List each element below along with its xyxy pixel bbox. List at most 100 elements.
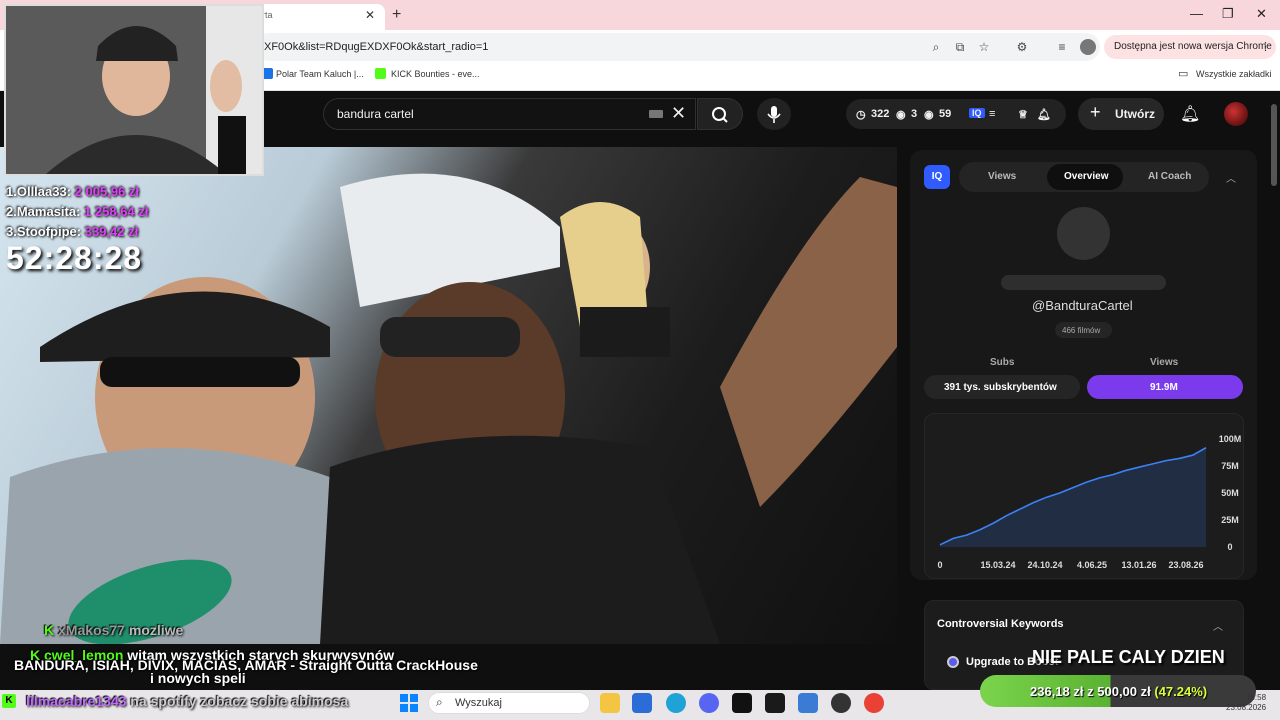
voice-search-button[interactable]	[757, 98, 791, 130]
subs-value: 391 tys. subskrybentów	[944, 382, 1057, 393]
app-a-icon[interactable]	[765, 693, 785, 713]
y-tick-label: 100M	[1219, 434, 1242, 444]
zoom-icon[interactable]: ⌕	[928, 39, 944, 55]
search-query: bandura cartel	[337, 107, 414, 121]
channel-handle: @BandturaCartel	[1032, 298, 1133, 313]
kick-badge-icon: K	[44, 622, 55, 638]
maximize-icon[interactable]: ❐	[1222, 6, 1234, 22]
update-chrome-label: Dostępna jest nowa wersja Chrome	[1114, 41, 1272, 52]
eye-icon: ◉	[896, 109, 906, 121]
x-tick-label: 0	[937, 560, 942, 570]
donor-3: 3.Stoofpipe: 339,42 zł	[6, 224, 138, 239]
taskbar-search-label: Wyszukaj	[455, 697, 502, 709]
bookmark-kick[interactable]: KICK Bounties - eve...	[391, 69, 480, 79]
list-icon[interactable]: ≡	[989, 108, 995, 120]
y-tick-label: 75M	[1221, 461, 1239, 471]
eye-icon-2: ◉	[924, 109, 934, 121]
scroll-thumb[interactable]	[1271, 104, 1277, 186]
donor-2: 2.Mamasita: 1 258,64 zł	[6, 204, 148, 219]
kick-favicon	[375, 68, 386, 79]
close-window-icon[interactable]: ✕	[1256, 6, 1267, 22]
explorer-icon[interactable]	[600, 693, 620, 713]
overlay-caption: NIE PALE CALY DZIEN	[1032, 647, 1225, 667]
all-bookmarks[interactable]: Wszystkie zakładki	[1196, 69, 1272, 79]
account-avatar[interactable]	[1224, 102, 1248, 126]
y-tick-label: 50M	[1221, 488, 1239, 498]
search-icon	[712, 107, 728, 123]
create-label: Utwórz	[1115, 107, 1155, 121]
views-chart: 0 25M 50M 75M 100M 0 15.03.24 24.10.24 4.06.25 13…	[937, 434, 1242, 570]
stream-timer: 52:28:28	[6, 240, 143, 276]
discord-icon[interactable]	[699, 693, 719, 713]
app-b-icon[interactable]	[798, 693, 818, 713]
install-icon[interactable]: ⧉	[952, 39, 968, 55]
video-scene	[0, 173, 897, 644]
tab-ai-coach[interactable]: AI Coach	[1148, 171, 1191, 182]
chat-user-3: lilmacabre1343	[26, 693, 127, 709]
donor-1-amount: 2 005,96 zł	[74, 184, 139, 199]
donor-1: 1.Olllaa33: 2 005,96 zł	[6, 184, 139, 199]
goal-percent: (47.24%)	[1154, 684, 1208, 699]
new-tab-icon[interactable]: +	[392, 6, 401, 24]
bookmark-star-icon[interactable]: ☆	[976, 39, 992, 55]
windows-start-icon[interactable]	[400, 694, 418, 712]
donor-1-name: Olllaa33:	[16, 184, 72, 199]
system-clock[interactable]: 16:58 23.08.2026	[1226, 693, 1266, 713]
video-player[interactable]	[0, 147, 897, 644]
collapse-chevron-icon[interactable]: ︿	[1226, 170, 1236, 185]
extensions-icon[interactable]: ⚙	[1014, 39, 1030, 55]
x-tick-label: 15.03.24	[980, 560, 1015, 570]
chat-text-2-cont: i nowych speli	[150, 670, 246, 686]
trophy-icon[interactable]: ♕	[1018, 108, 1028, 121]
kick-logo: K	[2, 694, 16, 708]
url-text[interactable]: XF0Ok&list=RDqugEXDXF0Ok&start_radio=1	[264, 41, 488, 53]
chrome-icon[interactable]	[864, 693, 884, 713]
y-tick-label: 0	[1227, 542, 1232, 552]
bell-small-icon[interactable]: 🔔︎	[1037, 108, 1051, 121]
chrome-menu-icon[interactable]: ⋮	[1260, 40, 1271, 53]
taskbar-search[interactable]	[428, 692, 590, 714]
bookmark-polar[interactable]: Polar Team Kaluch |...	[276, 69, 364, 79]
tiktok-icon[interactable]	[732, 693, 752, 713]
clock-time: 16:58	[1246, 693, 1267, 702]
tab-close-icon[interactable]: ✕	[365, 8, 375, 22]
webcam-overlay	[4, 4, 264, 176]
iq-ext-icon[interactable]: IQ	[969, 108, 985, 118]
notifications-icon[interactable]: 🔔︎	[1180, 104, 1200, 124]
chat-line-3: lilmacabre1343 na spotify zobacz sobie a…	[26, 693, 348, 709]
boost-icon	[947, 656, 959, 668]
goal-sep: z	[1087, 684, 1094, 699]
search-button[interactable]	[697, 98, 743, 130]
profile-avatar[interactable]	[1080, 39, 1096, 55]
store-icon[interactable]	[632, 693, 652, 713]
obs-icon[interactable]	[831, 693, 851, 713]
goal-target: 500,00 zł	[1097, 684, 1151, 699]
tab-views[interactable]: Views	[988, 171, 1016, 182]
donor-2-name: Mamasita:	[16, 204, 81, 219]
x-tick-label: 13.01.26	[1121, 560, 1156, 570]
channel-name-placeholder	[1001, 275, 1166, 290]
controversial-title: Controversial Keywords	[937, 618, 1064, 630]
donor-3-name: Stoofpipe:	[16, 224, 82, 239]
clock-icon: ◷	[856, 109, 866, 121]
webcam-scene	[6, 6, 262, 174]
controversial-chevron-icon[interactable]: ︿	[1213, 618, 1223, 633]
y-tick-label: 25M	[1221, 515, 1239, 525]
chat-user-1: xMakos77	[58, 622, 125, 638]
donor-2-amount: 1 258,64 zł	[84, 204, 149, 219]
minimize-icon[interactable]: —	[1190, 6, 1203, 21]
edge-icon[interactable]	[666, 693, 686, 713]
iq-logo: IQ	[924, 165, 950, 189]
media-icon[interactable]: ≡	[1054, 39, 1070, 55]
stat-history: 322	[871, 108, 890, 120]
donor-1-rank: 1.	[6, 184, 17, 199]
clear-search-icon[interactable]: ✕	[671, 103, 686, 124]
chat-text-1: mozliwe	[128, 622, 184, 638]
keyboard-icon[interactable]	[649, 110, 663, 118]
clock-date: 23.08.2026	[1226, 703, 1267, 712]
tab-overview[interactable]: Overview	[1064, 171, 1108, 182]
donor-3-amount: 339,42 zł	[84, 224, 139, 239]
donation-goal-text: 236,18 zł z 500,00 zł (47.24%)	[1030, 684, 1207, 699]
donor-2-rank: 2.	[6, 204, 17, 219]
taskbar-search-icon: ⌕	[436, 695, 443, 709]
